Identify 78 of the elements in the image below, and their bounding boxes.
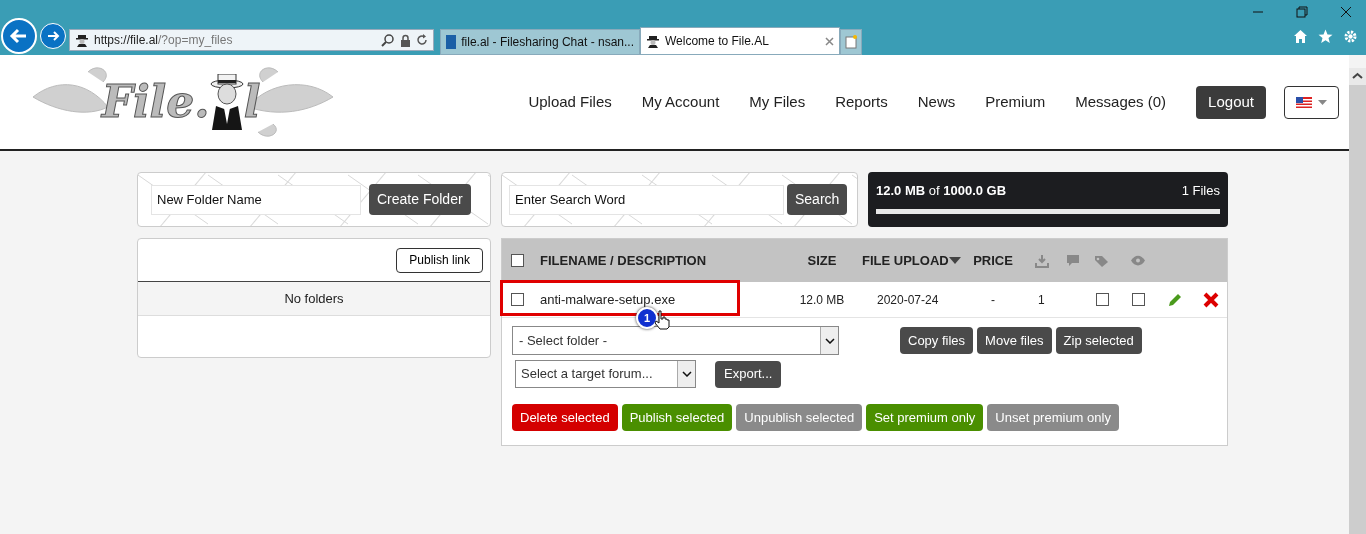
delete-icon[interactable] (1203, 291, 1219, 308)
nav-link[interactable]: News (917, 90, 956, 114)
bulk-action-button[interactable]: Set premium only (866, 404, 984, 431)
tab-title: Welcome to File.AL (665, 33, 770, 50)
forward-arrow-icon (46, 29, 60, 43)
logo-text: l (243, 75, 261, 129)
nav-link[interactable]: My Files (749, 90, 806, 114)
search-icon[interactable] (381, 33, 395, 47)
column-header[interactable]: FILENAME / DESCRIPTION (532, 250, 782, 271)
logo-text: File. (101, 75, 210, 129)
create-folder-button[interactable]: Create Folder (369, 184, 471, 215)
eye-icon (1130, 255, 1146, 266)
address-text: https://file.al/?op=my_files (94, 32, 234, 49)
bulk-action-button[interactable]: Delete selected (512, 404, 618, 431)
browser-tab[interactable]: Welcome to File.AL (640, 27, 840, 55)
nav-link[interactable]: Reports (835, 90, 888, 114)
bulk-action-button[interactable]: Publish selected (621, 404, 733, 431)
nav-link[interactable]: Upload Files (528, 90, 612, 114)
new-tab-icon (845, 35, 857, 49)
file-count: 1 Files (1181, 182, 1220, 200)
refresh-icon[interactable] (416, 34, 428, 46)
spy-icon (646, 34, 660, 48)
address-bar[interactable]: https://file.al/?op=my_files (69, 29, 434, 51)
table-cell-text: 12.0 MB (798, 291, 846, 309)
app-icon (446, 35, 457, 49)
back-button[interactable] (1, 18, 37, 54)
checkbox[interactable] (510, 293, 524, 306)
comment-icon (1065, 254, 1080, 267)
folder-select[interactable]: - Select folder - (512, 326, 839, 355)
table-cell-text: 1 (1037, 291, 1046, 309)
close-icon[interactable] (1340, 6, 1352, 18)
restore-icon[interactable] (1296, 6, 1308, 18)
storage-usage: 12.0 MB of 1000.0 GB (876, 182, 1007, 200)
download-icon (1035, 253, 1049, 268)
column-header[interactable]: PRICE (962, 250, 1024, 271)
search-field[interactable]: Enter Search Word (509, 184, 784, 215)
flag-icon (1296, 96, 1312, 108)
folder-action-button[interactable]: Copy files (900, 327, 974, 354)
checkbox[interactable] (1095, 293, 1109, 306)
sort-icon (948, 257, 961, 264)
edit-icon[interactable] (1167, 291, 1183, 308)
folder-action-button[interactable]: Move files (977, 327, 1052, 354)
back-arrow-icon (9, 26, 29, 46)
checkbox[interactable] (510, 254, 524, 267)
lock-icon (400, 33, 411, 47)
checkbox[interactable] (1131, 293, 1145, 306)
star-icon[interactable] (1318, 29, 1333, 44)
publish-link-button[interactable]: Publish link (396, 247, 483, 273)
hand-cursor-icon (654, 310, 670, 330)
folder-name-field[interactable]: New Folder Name (151, 184, 361, 215)
caret-icon (1318, 99, 1327, 105)
settings-icon[interactable] (1343, 29, 1358, 44)
forum-select[interactable]: Select a target forum... (515, 360, 696, 388)
home-icon[interactable] (1293, 29, 1308, 44)
nav-link[interactable]: My Account (641, 90, 720, 114)
export-button[interactable]: Export... (715, 360, 782, 388)
file-name[interactable]: anti-malware-setup.exe (532, 289, 782, 310)
folder-action-button[interactable]: Zip selected (1055, 327, 1142, 354)
figure-drawing (209, 74, 244, 130)
chevron-icon (681, 371, 692, 377)
spy-icon (75, 33, 89, 47)
tab-title: file.al - Filesharing Chat - nsan... (461, 34, 634, 51)
column-header[interactable]: SIZE (782, 250, 862, 271)
table-cell-text: - (990, 291, 996, 309)
nav-link[interactable]: Messages (0) (1075, 90, 1167, 114)
new-tab-button[interactable] (840, 29, 862, 55)
search-button[interactable]: Search (787, 184, 848, 215)
nav-link[interactable]: Premium (985, 90, 1046, 114)
logout-button[interactable]: Logout (1196, 85, 1266, 119)
browser-tab[interactable]: file.al - Filesharing Chat - nsan... (440, 29, 640, 55)
chevron-icon (824, 337, 835, 344)
close-icon[interactable] (825, 36, 834, 46)
tag-icon (1094, 253, 1110, 268)
forward-button[interactable] (40, 23, 66, 49)
empty-message: No folders (138, 281, 490, 316)
language-dropdown[interactable] (1284, 85, 1339, 119)
column-header[interactable]: FILE UPLOAD (862, 250, 962, 271)
table-cell-text: 2020-07-24 (876, 291, 940, 309)
